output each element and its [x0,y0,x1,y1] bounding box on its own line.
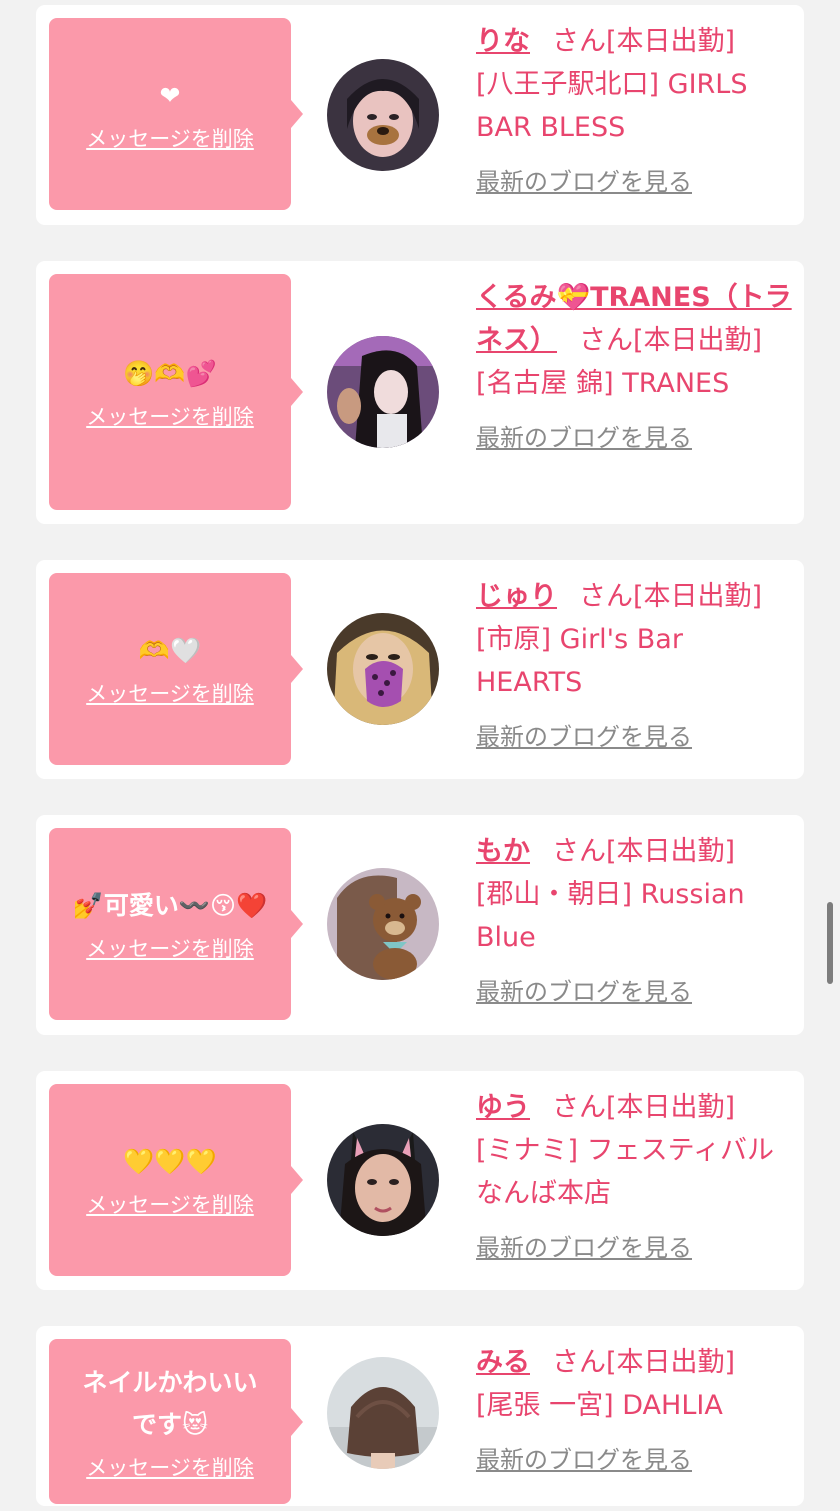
message-card: 💛💛💛 メッセージを削除 ゆう さん[本日出勤] [ミナミ] フェスティバル なんば本店… [36,1071,804,1290]
sender-line: くるみ💝TRANES（トラネス） さん[本日出勤] [476,276,794,362]
delete-message-link[interactable]: メッセージを削除 [86,680,254,708]
message-card: 🤭🫶💕 メッセージを削除 くるみ💝TRANES（トラネス） さん[本日出勤] [名古屋 … [36,261,804,524]
delete-message-link[interactable]: メッセージを削除 [86,1454,254,1482]
sender-name-link[interactable]: じゅり [476,581,557,612]
girl-with-dog-filter-avatar[interactable] [327,59,439,171]
attendance-status: さん[本日出勤] [552,26,736,57]
message-card: ❤ メッセージを削除 りな さん[本日出勤] [八王子駅北口] GIRLS BAR BL… [36,5,804,225]
message-text: 💛💛💛 [123,1147,217,1176]
latest-blog-link[interactable]: 最新のブログを見る [476,716,692,759]
attendance-status: さん[本日出勤] [579,325,763,356]
message-bubble: 🤭🫶💕 メッセージを削除 [49,274,303,510]
delete-message-link[interactable]: メッセージを削除 [86,403,254,431]
sender-name-link[interactable]: ゆう [476,1092,530,1123]
sender-name-link[interactable]: りな [476,26,530,57]
sender-line: ゆう さん[本日出勤] [476,1086,794,1129]
attendance-status: さん[本日出勤] [552,1347,736,1378]
delete-message-link[interactable]: メッセージを削除 [86,1191,254,1219]
shop-name: [八王子駅北口] GIRLS BAR BLESS [476,69,748,143]
message-text: 💅可愛い〰️😚❤️ [72,891,268,920]
latest-blog-link[interactable]: 最新のブログを見る [476,1439,692,1482]
attendance-status: さん[本日出勤] [579,581,763,612]
message-bubble: 💅可愛い〰️😚❤️ メッセージを削除 [49,828,303,1020]
attendance-status: さん[本日出勤] [552,1092,736,1123]
sender-info: みる さん[本日出勤] [尾張 一宮] DAHLIA 最新のブログを見る [476,1341,794,1482]
message-text: ネイルかわいい です😻 [82,1367,258,1439]
latest-blog-link[interactable]: 最新のブログを見る [476,417,692,460]
message-card: ネイルかわいい です😻 メッセージを削除 みる さん[本日出勤] [尾張 一宮] DAH… [36,1326,804,1506]
message-card: 🫶🤍 メッセージを削除 じゅり さん[本日出勤] [市原] Girl's Bar HEA… [36,560,804,779]
message-text: ❤ [159,81,181,110]
sender-line: りな さん[本日出勤] [476,20,794,63]
girl-cat-ears-avatar[interactable] [327,1124,439,1236]
girl-bob-hair-avatar[interactable] [327,1357,439,1469]
shop-name: [ミナミ] フェスティバル なんば本店 [476,1135,775,1209]
shop-name: [名古屋 錦] TRANES [476,368,730,399]
attendance-status: さん[本日出勤] [552,836,736,867]
message-text: 🤭🫶💕 [123,359,217,388]
sender-info: もか さん[本日出勤] [郡山・朝日] Russian Blue 最新のブログを見る [476,830,794,1014]
sender-info: りな さん[本日出勤] [八王子駅北口] GIRLS BAR BLESS 最新のブログ… [476,20,794,204]
sender-line: じゅり さん[本日出勤] [476,575,794,618]
sender-line: もか さん[本日出勤] [476,830,794,873]
sender-name-link[interactable]: もか [476,836,530,867]
sender-name-link[interactable]: みる [476,1347,530,1378]
sender-line: みる さん[本日出勤] [476,1341,794,1384]
sender-info: じゅり さん[本日出勤] [市原] Girl's Bar HEARTS 最新のブログを… [476,575,794,759]
latest-blog-link[interactable]: 最新のブログを見る [476,161,692,204]
delete-message-link[interactable]: メッセージを削除 [86,935,254,963]
message-bubble: 💛💛💛 メッセージを削除 [49,1084,303,1276]
shop-name: [尾張 一宮] DAHLIA [476,1390,723,1421]
latest-blog-link[interactable]: 最新のブログを見る [476,1227,692,1270]
delete-message-link[interactable]: メッセージを削除 [86,125,254,153]
message-bubble: 🫶🤍 メッセージを削除 [49,573,303,765]
shop-name: [郡山・朝日] Russian Blue [476,879,745,953]
latest-blog-link[interactable]: 最新のブログを見る [476,971,692,1014]
girl-teddy-bear-avatar[interactable] [327,868,439,980]
message-text: 🫶🤍 [138,636,202,665]
girl-leopard-mask-avatar[interactable] [327,613,439,725]
sender-info: ゆう さん[本日出勤] [ミナミ] フェスティバル なんば本店最新のブログを見る [476,1086,794,1270]
message-list: ❤ メッセージを削除 りな さん[本日出勤] [八王子駅北口] GIRLS BAR BL… [0,0,840,1511]
message-bubble: ネイルかわいい です😻 メッセージを削除 [49,1339,303,1504]
message-bubble: ❤ メッセージを削除 [49,18,303,210]
girl-dark-hair-avatar[interactable] [327,336,439,448]
shop-name: [市原] Girl's Bar HEARTS [476,624,683,698]
sender-info: くるみ💝TRANES（トラネス） さん[本日出勤] [名古屋 錦] TRANES 最新… [476,276,794,460]
message-card: 💅可愛い〰️😚❤️ メッセージを削除 もか さん[本日出勤] [郡山・朝日] Russi… [36,815,804,1035]
scrollbar[interactable] [827,902,833,984]
